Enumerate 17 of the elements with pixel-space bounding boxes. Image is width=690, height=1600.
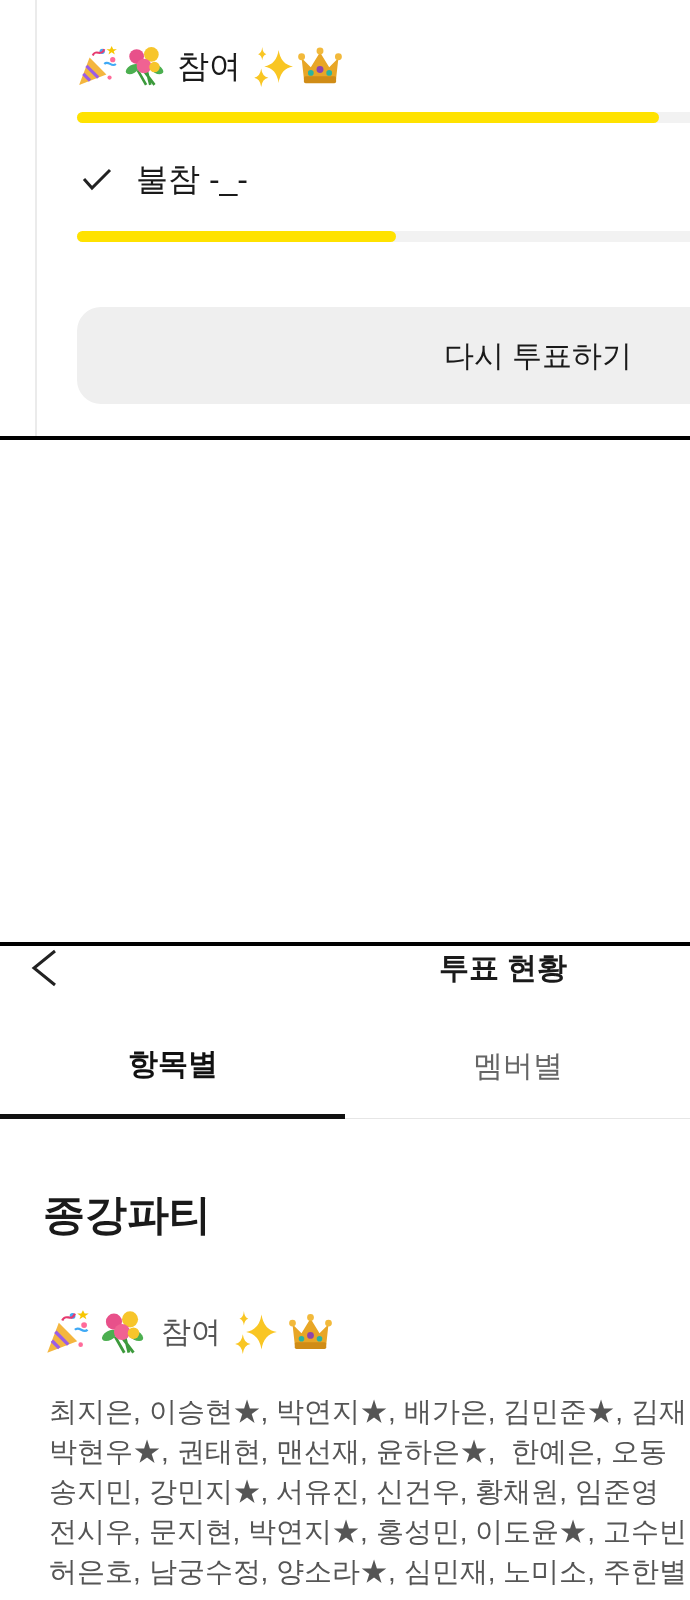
voter-names: 송지민, 강민지★, 서유진, 신건우, 황채원, 임준영: [49, 1475, 659, 1510]
option-label: 불참 -_-: [136, 163, 248, 195]
sparkles-icon: [234, 1310, 278, 1355]
voter-names: 허은호, 남궁수정, 양소라★, 심민재, 노미소, 주한별: [49, 1555, 687, 1590]
crown-icon: [297, 46, 343, 86]
back-icon[interactable]: [30, 949, 58, 987]
voter-names: 최지은, 이승현★, 박연지★, 배가은, 김민준★, 김재: [49, 1395, 687, 1430]
screen-title: 투표 현황: [439, 953, 568, 983]
tab[interactable]: 멤버별: [345, 990, 690, 1119]
option-label: 참여: [177, 50, 241, 82]
vote-title: 종강파티: [43, 1190, 211, 1240]
bouquet-icon: [123, 45, 165, 87]
voter-names: 전시우, 문지현, 박연지★, 홍성민, 이도윤★, 고수빈: [49, 1515, 687, 1550]
voter-names: 박현우★, 권태현, 맨선재, 윤하은★, 한예은, 오동: [49, 1435, 667, 1470]
revote-button[interactable]: 다시 투표하기: [77, 307, 690, 404]
tab[interactable]: 항목별: [0, 990, 345, 1119]
option-label: 참여: [161, 1317, 221, 1348]
